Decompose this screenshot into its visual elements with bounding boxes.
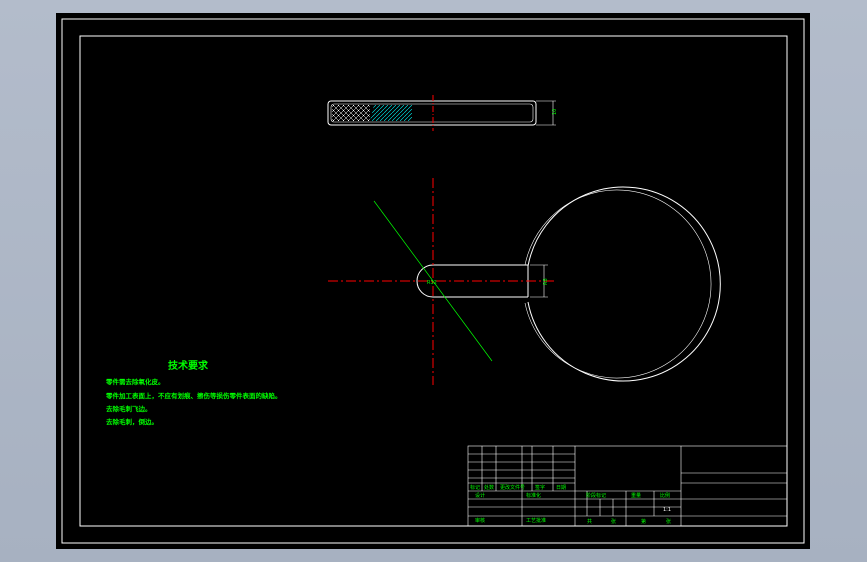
requirement-3: 去除毛刺飞边。 [106,404,152,413]
requirements-title: 技术要求 [168,359,209,372]
tb-label-process: 工艺 [526,518,536,524]
tb-label-sheet: 张 [666,518,671,525]
tb-label-weight: 重量 [631,492,641,499]
front-view: R12 R8 [328,178,721,385]
title-block-labels: 标记 处数 更改文件号 签字 日期 设计 标准化 阶段标记 重量 比例 审核 工… [470,484,671,525]
tb-label-standardization: 标准化 [526,492,541,499]
tb-label-sheet-no: 第 [641,518,646,525]
scale-value: 1:1 [663,507,671,513]
hatched-section [370,105,412,121]
tb-label-mark: 标记 [470,484,480,491]
cad-drawing: 10 R12 R8 技术要求 零件需去除氧化皮。 零件加工表面上，不应有划痕、擦… [61,18,805,544]
tb-label-sign: 签字 [535,484,545,491]
center-radius-label: R12 [427,280,437,286]
knurl-section [332,105,370,121]
tb-label-scale: 比例 [660,492,670,499]
thickness-dim-label: 10 [552,109,558,115]
tb-label-date: 日期 [556,485,566,491]
tb-label-review: 审核 [475,517,485,524]
slot-dim-label: R8 [543,278,549,285]
tb-label-design: 设计 [475,492,485,499]
requirement-2: 零件加工表面上，不应有划痕、擦伤等损伤零件表面的缺陷。 [105,391,282,400]
tb-label-count: 处数 [484,484,494,491]
drawing-sheet: 10 R12 R8 技术要求 零件需去除氧化皮。 零件加工表面上，不应有划痕、擦… [56,13,810,549]
requirement-4: 去除毛刺，倒边。 [106,417,158,426]
tb-label-change-doc: 更改文件号 [500,484,525,491]
tb-label-sheets: 张 [611,518,616,525]
requirement-1: 零件需去除氧化皮。 [105,377,165,386]
tb-label-total: 共 [587,518,592,525]
disc-chamfer [524,189,712,379]
tb-label-approve: 批准 [536,517,546,524]
side-view: 10 [327,95,558,131]
disc-outline [527,186,721,382]
technical-requirements: 技术要求 零件需去除氧化皮。 零件加工表面上，不应有划痕、擦伤等损伤零件表面的缺… [105,359,282,426]
tb-label-stage: 阶段标记 [586,492,606,499]
